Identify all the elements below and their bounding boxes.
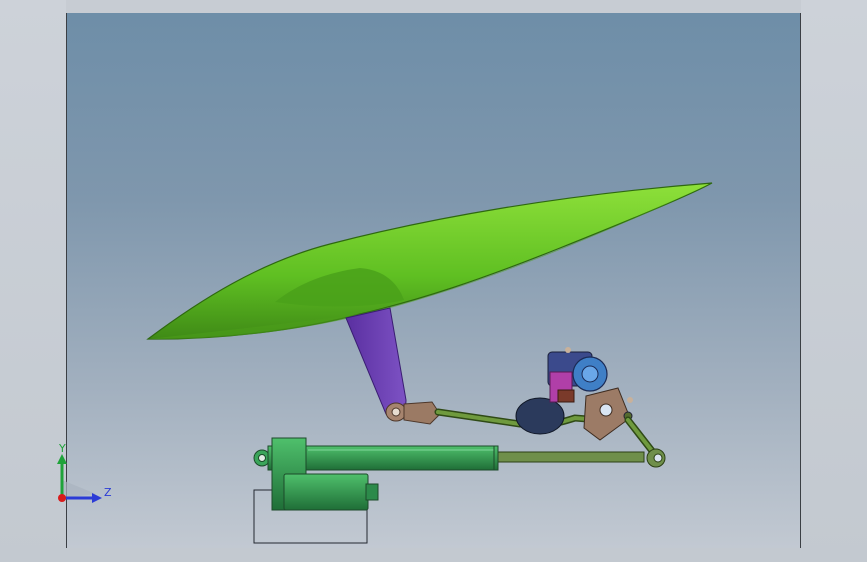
y-axis-arrow-icon	[57, 454, 67, 464]
y-axis-label: Y	[59, 442, 66, 455]
wing-body[interactable]	[146, 182, 713, 340]
support-strut[interactable]	[345, 307, 407, 417]
z-axis-arrow-icon	[92, 493, 102, 503]
z-axis-label: Z	[104, 486, 112, 499]
servo-assembly[interactable]	[515, 347, 633, 441]
rod-end-joint[interactable]	[385, 401, 441, 425]
actuator-rod[interactable]	[491, 448, 666, 468]
cad-model[interactable]	[0, 0, 867, 562]
triad-plane	[62, 480, 96, 498]
linear-actuator[interactable]	[253, 437, 499, 544]
x-axis-icon	[58, 494, 66, 502]
